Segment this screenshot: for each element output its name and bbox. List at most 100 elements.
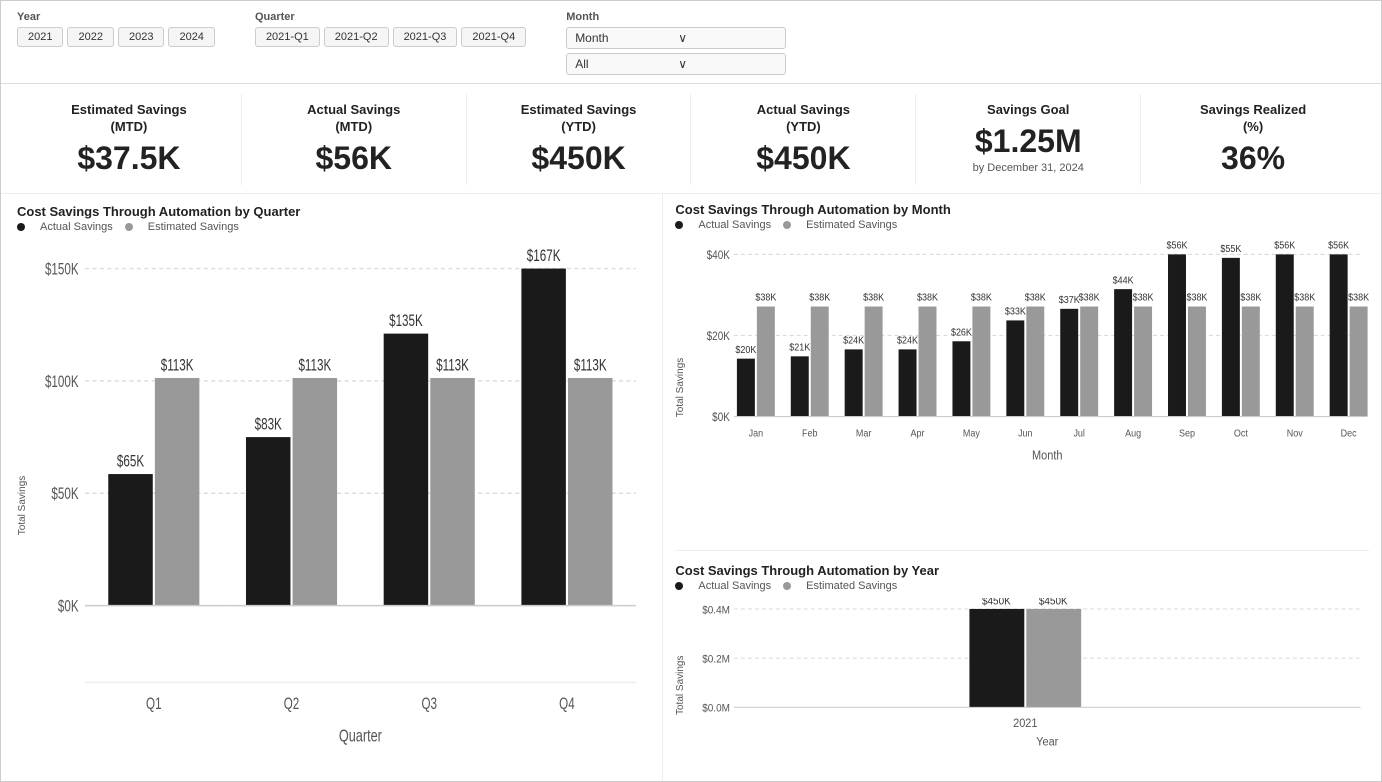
svg-text:Sep: Sep	[1179, 427, 1195, 439]
legend-actual-year-dot	[675, 582, 683, 590]
chart-quarter-container: Total Savings $150K $100K $50K $0K	[17, 239, 646, 771]
svg-text:$38K: $38K	[1241, 292, 1262, 304]
chart-month-panel: Cost Savings Through Automation by Month…	[675, 202, 1369, 538]
svg-text:$167K: $167K	[527, 246, 561, 264]
svg-text:$113K: $113K	[298, 355, 331, 373]
chart-year-title: Cost Savings Through Automation by Year	[675, 563, 1369, 578]
svg-text:$50K: $50K	[51, 484, 79, 502]
kpi-savings-realized-title: Savings Realized(%)	[1147, 102, 1359, 136]
svg-text:$26K: $26K	[951, 327, 972, 339]
svg-text:$56K: $56K	[1275, 240, 1296, 252]
chart-quarter-panel: Cost Savings Through Automation by Quart…	[1, 194, 663, 781]
chart-quarter-y-label: Total Savings	[17, 239, 28, 771]
svg-text:$113K: $113K	[436, 355, 469, 373]
kpi-savings-goal-value: $1.25M	[922, 123, 1134, 160]
kpi-savings-goal: Savings Goal $1.25M by December 31, 2024	[916, 94, 1141, 185]
svg-text:$113K: $113K	[161, 355, 194, 373]
quarter-btn-q4[interactable]: 2021-Q4	[461, 27, 526, 47]
legend-estimated-month-dot	[783, 221, 791, 229]
svg-text:$40K: $40K	[707, 249, 731, 262]
svg-text:$135K: $135K	[389, 311, 423, 329]
quarter-btn-q3[interactable]: 2021-Q3	[393, 27, 458, 47]
svg-text:$65K: $65K	[117, 452, 145, 470]
month-filter-group: Month Month ∨ All ∨	[566, 11, 786, 75]
chart-year-legend: Actual Savings Estimated Savings	[675, 580, 1369, 592]
svg-text:$38K: $38K	[1295, 292, 1316, 304]
svg-text:$450K: $450K	[982, 598, 1011, 608]
svg-text:Dec: Dec	[1341, 427, 1357, 439]
svg-text:$0.4M: $0.4M	[703, 605, 731, 616]
quarter-btn-q1[interactable]: 2021-Q1	[255, 27, 320, 47]
svg-text:$20K: $20K	[736, 344, 757, 356]
legend-actual-dot	[17, 223, 25, 231]
kpi-actual-ytd: Actual Savings(YTD) $450K	[691, 94, 916, 185]
svg-text:$450K: $450K	[1039, 598, 1068, 608]
chart-year-y-label: Total Savings	[675, 598, 686, 773]
svg-text:$38K: $38K	[971, 292, 992, 304]
svg-text:$38K: $38K	[1187, 292, 1208, 304]
svg-text:Q3: Q3	[421, 694, 437, 712]
kpi-row: Estimated Savings(MTD) $37.5K Actual Sav…	[1, 84, 1381, 194]
svg-text:$20K: $20K	[707, 330, 731, 343]
chart-year-container: Total Savings $0.4M $0.2M $0.0M $450K	[675, 598, 1369, 773]
svg-text:$55K: $55K	[1221, 243, 1242, 255]
legend-estimated-year-dot	[783, 582, 791, 590]
quarter-btn-q2[interactable]: 2021-Q2	[324, 27, 389, 47]
chart-right-panel: Cost Savings Through Automation by Month…	[663, 194, 1381, 781]
kpi-estimated-ytd: Estimated Savings(YTD) $450K	[467, 94, 692, 185]
chart-quarter-legend: Actual Savings Estimated Savings	[17, 221, 646, 233]
svg-text:$21K: $21K	[790, 342, 811, 354]
year-label: Year	[17, 11, 215, 23]
filter-bar: Year 2021 2022 2023 2024 Quarter 2021-Q1…	[1, 1, 1381, 84]
dashboard: Year 2021 2022 2023 2024 Quarter 2021-Q1…	[0, 0, 1382, 782]
month-dropdown-value-all: All	[575, 57, 674, 71]
chart-month-y-label: Total Savings	[675, 237, 686, 538]
year-btn-2021[interactable]: 2021	[17, 27, 63, 47]
svg-text:Oct: Oct	[1234, 427, 1248, 439]
chart-month-legend: Actual Savings Estimated Savings	[675, 219, 1369, 231]
chart-year-svg: $0.4M $0.2M $0.0M $450K $450K 2021 Year	[690, 598, 1369, 773]
svg-text:$38K: $38K	[917, 292, 938, 304]
svg-text:$0.0M: $0.0M	[703, 703, 731, 714]
chart-quarter-svg: $150K $100K $50K $0K $65K $113K Q1	[32, 239, 646, 771]
svg-text:Q4: Q4	[559, 694, 575, 712]
month-label: Month	[566, 11, 786, 23]
svg-text:$38K: $38K	[1025, 292, 1046, 304]
legend-actual-month-label: Actual Savings	[698, 219, 771, 231]
charts-row: Cost Savings Through Automation by Quart…	[1, 194, 1381, 781]
kpi-estimated-mtd: Estimated Savings(MTD) $37.5K	[17, 94, 242, 185]
svg-text:May: May	[963, 427, 980, 439]
year-btn-2024[interactable]: 2024	[168, 27, 214, 47]
svg-text:Jun: Jun	[1018, 427, 1032, 439]
svg-text:Nov: Nov	[1287, 427, 1303, 439]
svg-text:Jan: Jan	[749, 427, 763, 439]
kpi-actual-mtd-value: $56K	[248, 140, 460, 177]
svg-text:$38K: $38K	[810, 292, 831, 304]
month-dropdown-top[interactable]: Month ∨	[566, 27, 786, 49]
svg-text:Mar: Mar	[856, 427, 872, 439]
svg-text:$100K: $100K	[45, 372, 79, 390]
svg-text:2021: 2021	[1013, 718, 1037, 731]
svg-text:Aug: Aug	[1125, 427, 1141, 439]
month-dropdown-all[interactable]: All ∨	[566, 53, 786, 75]
kpi-actual-ytd-value: $450K	[697, 140, 909, 177]
svg-text:$24K: $24K	[844, 335, 865, 347]
chart-month-container: Total Savings $40K $20K $0K $20K	[675, 237, 1369, 538]
kpi-actual-ytd-title: Actual Savings(YTD)	[697, 102, 909, 136]
quarter-buttons: 2021-Q1 2021-Q2 2021-Q3 2021-Q4	[255, 27, 526, 47]
svg-text:$38K: $38K	[1349, 292, 1369, 304]
legend-estimated-label: Estimated Savings	[148, 221, 239, 233]
svg-text:$24K: $24K	[897, 335, 918, 347]
year-btn-2022[interactable]: 2022	[67, 27, 113, 47]
chart-month-title: Cost Savings Through Automation by Month	[675, 202, 1369, 217]
svg-text:$33K: $33K	[1005, 306, 1026, 318]
svg-text:Quarter: Quarter	[339, 726, 382, 746]
chart-quarter-title: Cost Savings Through Automation by Quart…	[17, 204, 646, 219]
kpi-estimated-mtd-value: $37.5K	[23, 140, 235, 177]
kpi-actual-mtd: Actual Savings(MTD) $56K	[242, 94, 467, 185]
kpi-savings-goal-sub: by December 31, 2024	[922, 162, 1134, 174]
year-btn-2023[interactable]: 2023	[118, 27, 164, 47]
year-filter-group: Year 2021 2022 2023 2024	[17, 11, 215, 47]
legend-actual-year-label: Actual Savings	[698, 580, 771, 592]
month-dropdown-value-top: Month	[575, 31, 674, 45]
